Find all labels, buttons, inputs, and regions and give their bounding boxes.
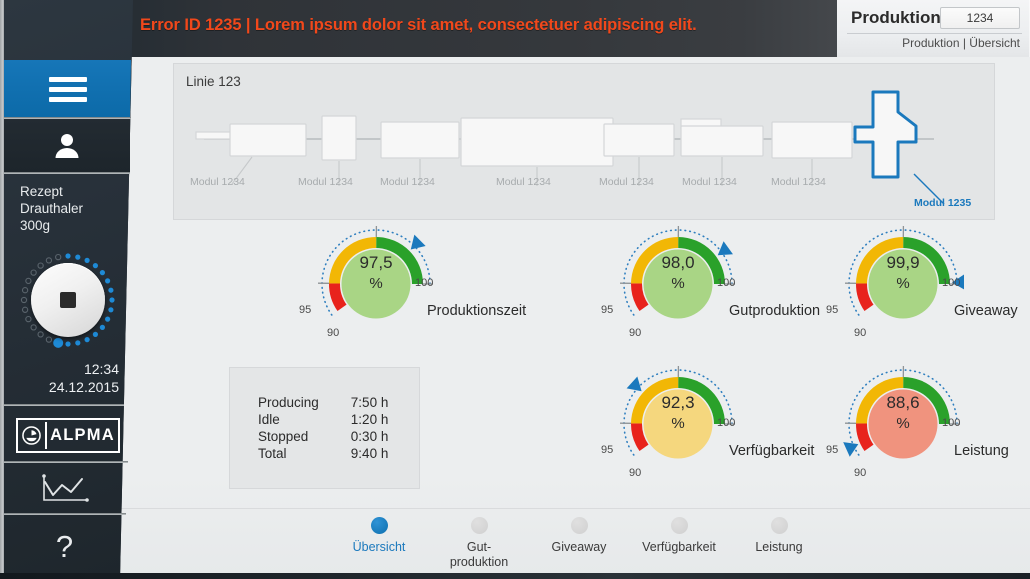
gauge-tick-90: 90 xyxy=(327,327,340,339)
gauge-tick-100: 100 xyxy=(942,277,961,289)
app-root: Error ID 1235 | Lorem ipsum dolor sit am… xyxy=(0,0,1030,579)
stats-row: Idle 1:20 h xyxy=(258,412,388,429)
gauge-gutproduktion[interactable]: 98,0% Gutproduktion 100 95 90 xyxy=(601,223,820,345)
help-label: ? xyxy=(55,528,74,564)
gauge-leistung[interactable]: 88,6% Leistung 100 95 90 xyxy=(826,363,1009,485)
main-content: Linie 123 Modul 1234 Modul 1234 Modul 12… xyxy=(119,57,1030,579)
error-message[interactable]: Error ID 1235 | Lorem ipsum dolor sit am… xyxy=(140,16,697,35)
production-number-field[interactable]: 1234 xyxy=(940,7,1020,29)
recipe-weight: 300g xyxy=(20,218,51,233)
gauge-tick-95: 95 xyxy=(601,304,614,316)
recipe-label: Rezept xyxy=(20,184,63,199)
stats-row: Producing 7:50 h xyxy=(258,395,388,412)
gauge-tick-95: 95 xyxy=(299,304,312,316)
nav-dot-icon xyxy=(370,517,388,534)
top-bar: Error ID 1235 | Lorem ipsum dolor sit am… xyxy=(0,0,1030,57)
module-label: Modul 1234 xyxy=(599,176,654,188)
alpma-wordmark: ALPMA xyxy=(50,426,115,444)
gauge-label: Giveaway xyxy=(954,303,1018,319)
gauge-label: Leistung xyxy=(954,443,1009,459)
alpma-logo: ALPMA xyxy=(16,418,120,453)
line-diagram-panel: Linie 123 Modul 1234 Modul 1234 Modul 12… xyxy=(173,63,995,220)
sidebar-item-help[interactable]: ? xyxy=(4,519,125,579)
gauge-tick-100: 100 xyxy=(942,417,961,429)
stats-label: Stopped xyxy=(258,429,309,444)
stats-value: 7:50 h xyxy=(350,395,389,410)
module-highlight-shape[interactable] xyxy=(853,90,918,179)
gauge-giveaway[interactable]: 99,9% Giveaway 100 95 90 xyxy=(826,223,1018,345)
gauge-tick-95: 95 xyxy=(826,304,839,316)
stats-label: Idle xyxy=(258,412,280,427)
sidebar-divider xyxy=(4,461,128,463)
header-divider xyxy=(847,33,1022,34)
user-person-icon xyxy=(55,133,79,158)
process-dial[interactable] xyxy=(13,245,123,355)
sidebar: Rezept Drauthaler 300g 12:34 24.12.2015 xyxy=(0,0,133,579)
alpma-emblem-icon xyxy=(18,422,47,449)
gauge-tick-95: 95 xyxy=(826,444,839,456)
module-label: Modul 1234 xyxy=(380,176,435,188)
gauge-tick-100: 100 xyxy=(717,277,736,289)
nav-label: Leistung xyxy=(755,540,803,554)
hamburger-menu-icon xyxy=(48,76,87,102)
module-label: Modul 1234 xyxy=(682,176,737,188)
sidebar-divider xyxy=(4,172,130,174)
module-label: Modul 1234 xyxy=(771,176,826,188)
gauge-tick-100: 100 xyxy=(717,417,736,429)
nav-dot-icon xyxy=(470,517,488,534)
bottom-strip xyxy=(0,573,1030,579)
module-label: Modul 1234 xyxy=(190,176,245,188)
nav-dot-icon xyxy=(670,517,688,534)
gauge-tick-90: 90 xyxy=(854,327,867,339)
sidebar-item-chart[interactable] xyxy=(4,464,126,516)
nav-dot-icon xyxy=(770,517,788,534)
gauge-produktionszeit[interactable]: 97,5% Produktionszeit 100 95 90 xyxy=(299,223,526,345)
gauge-tick-90: 90 xyxy=(629,467,642,479)
stats-value: 9:40 h xyxy=(350,446,389,461)
breadcrumb: Produktion | Übersicht xyxy=(902,36,1020,50)
stats-label: Producing xyxy=(258,395,319,410)
sidebar-divider xyxy=(4,117,131,119)
gauge-label: Gutproduktion xyxy=(729,303,821,319)
clock: 12:34 24.12.2015 xyxy=(49,360,119,396)
stats-panel: Producing 7:50 h Idle 1:20 h Stopped 0:30 h To… xyxy=(229,367,420,489)
stats-row: Stopped 0:30 h xyxy=(258,429,388,446)
stats-value: 0:30 h xyxy=(350,429,389,444)
nav-item-leistung[interactable]: Leistung xyxy=(719,517,839,555)
gauge-tick-90: 90 xyxy=(629,327,642,339)
clock-date: 24.12.2015 xyxy=(48,379,119,395)
sidebar-divider xyxy=(4,404,124,406)
stop-square-icon[interactable] xyxy=(31,263,105,337)
stats-row: Total 9:40 h xyxy=(258,446,388,463)
nav-dot-icon xyxy=(570,517,588,534)
gauge-label: Verfügbarkeit xyxy=(729,443,815,459)
gauge-tick-90: 90 xyxy=(854,467,867,479)
sidebar-item-menu[interactable] xyxy=(4,60,131,117)
module-label: Modul 1234 xyxy=(298,176,353,188)
sidebar-divider xyxy=(4,513,126,515)
gauge-verf-gbarkeit[interactable]: 92,3% Verfügbarkeit 100 95 90 xyxy=(601,363,814,485)
header-right-panel: Produktion 1234 Produktion | Übersicht xyxy=(837,0,1030,57)
gauge-label: Produktionszeit xyxy=(427,303,527,319)
recipe-info: Rezept Drauthaler 300g xyxy=(20,183,83,234)
line-chart-icon xyxy=(42,474,89,502)
line-diagram[interactable] xyxy=(174,64,994,219)
sidebar-item-user[interactable] xyxy=(4,119,130,172)
module-label-highlighted[interactable]: Modul 1235 xyxy=(914,197,971,209)
stats-table: Producing 7:50 h Idle 1:20 h Stopped 0:30 h To… xyxy=(258,395,388,463)
clock-time: 12:34 xyxy=(83,361,119,377)
gauge-tick-95: 95 xyxy=(601,444,614,456)
gauge-tick-100: 100 xyxy=(415,277,434,289)
recipe-name: Drauthaler xyxy=(20,201,84,216)
stats-value: 1:20 h xyxy=(350,412,389,427)
module-label: Modul 1234 xyxy=(496,176,551,188)
bottom-nav: Übersicht Gut-produktion Giveaway Verfügbar… xyxy=(119,508,1030,579)
page-title: Produktion xyxy=(851,8,941,27)
stats-label: Total xyxy=(258,446,287,461)
